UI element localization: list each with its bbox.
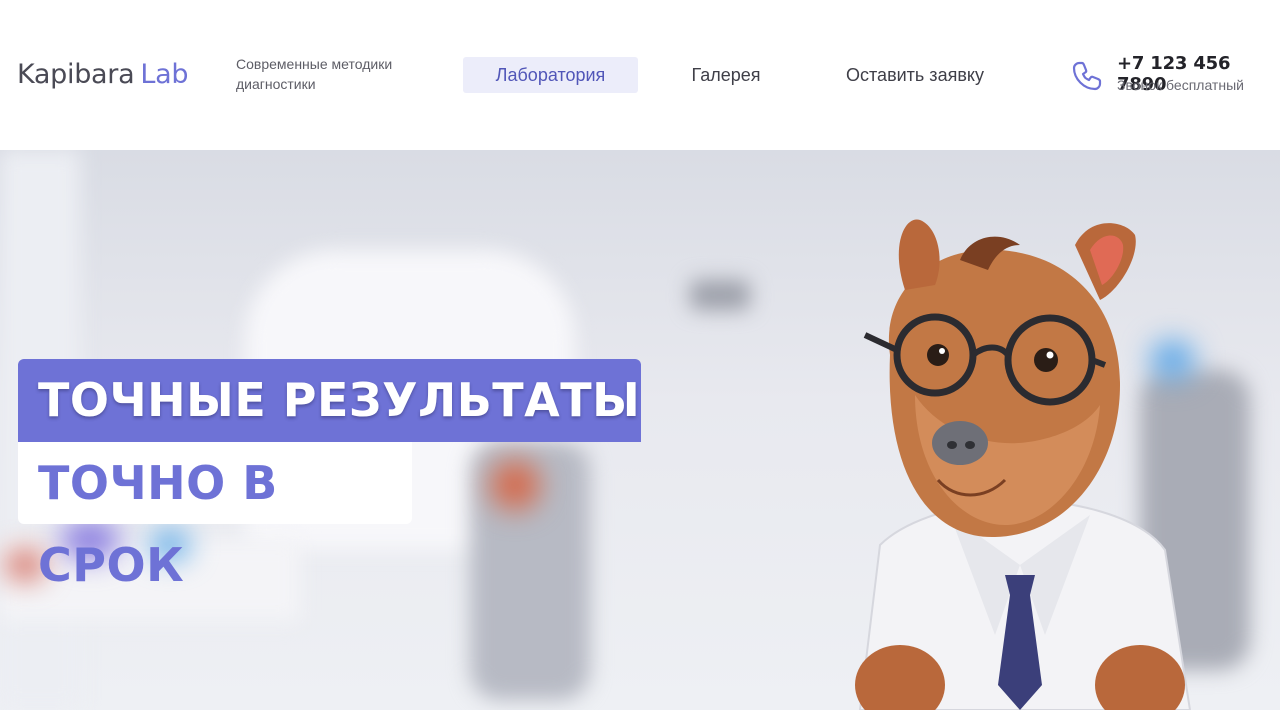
logo-text-secondary: Lab (140, 58, 189, 90)
logo-text-primary: Kapibara (17, 58, 135, 90)
background-flask-red (490, 460, 540, 510)
capybara-mascot-image (855, 219, 1192, 710)
phone-note: Звонок бесплатный (1117, 77, 1244, 93)
hero-banner: ТОЧНЫЕ РЕЗУЛЬТАТЫ ТОЧНО В СРОК (0, 150, 1280, 710)
phone-icon[interactable] (1070, 59, 1104, 93)
nav-item-gallery[interactable]: Галерея (660, 57, 792, 93)
nav-item-laboratory[interactable]: Лаборатория (463, 57, 638, 93)
background-equipment (690, 280, 750, 310)
hero-headline-line-2: ТОЧНО В СРОК (18, 442, 412, 592)
nav-item-request[interactable]: Оставить заявку (818, 57, 1012, 93)
site-header: Kapibara Lab Современные методики диагно… (0, 0, 1280, 150)
page-bottom-divider (0, 710, 1280, 720)
tagline: Современные методики диагностики (236, 56, 393, 92)
hero-headline-line-1: ТОЧНЫЕ РЕЗУЛЬТАТЫ (18, 359, 641, 442)
logo[interactable]: Kapibara Lab (17, 56, 188, 92)
